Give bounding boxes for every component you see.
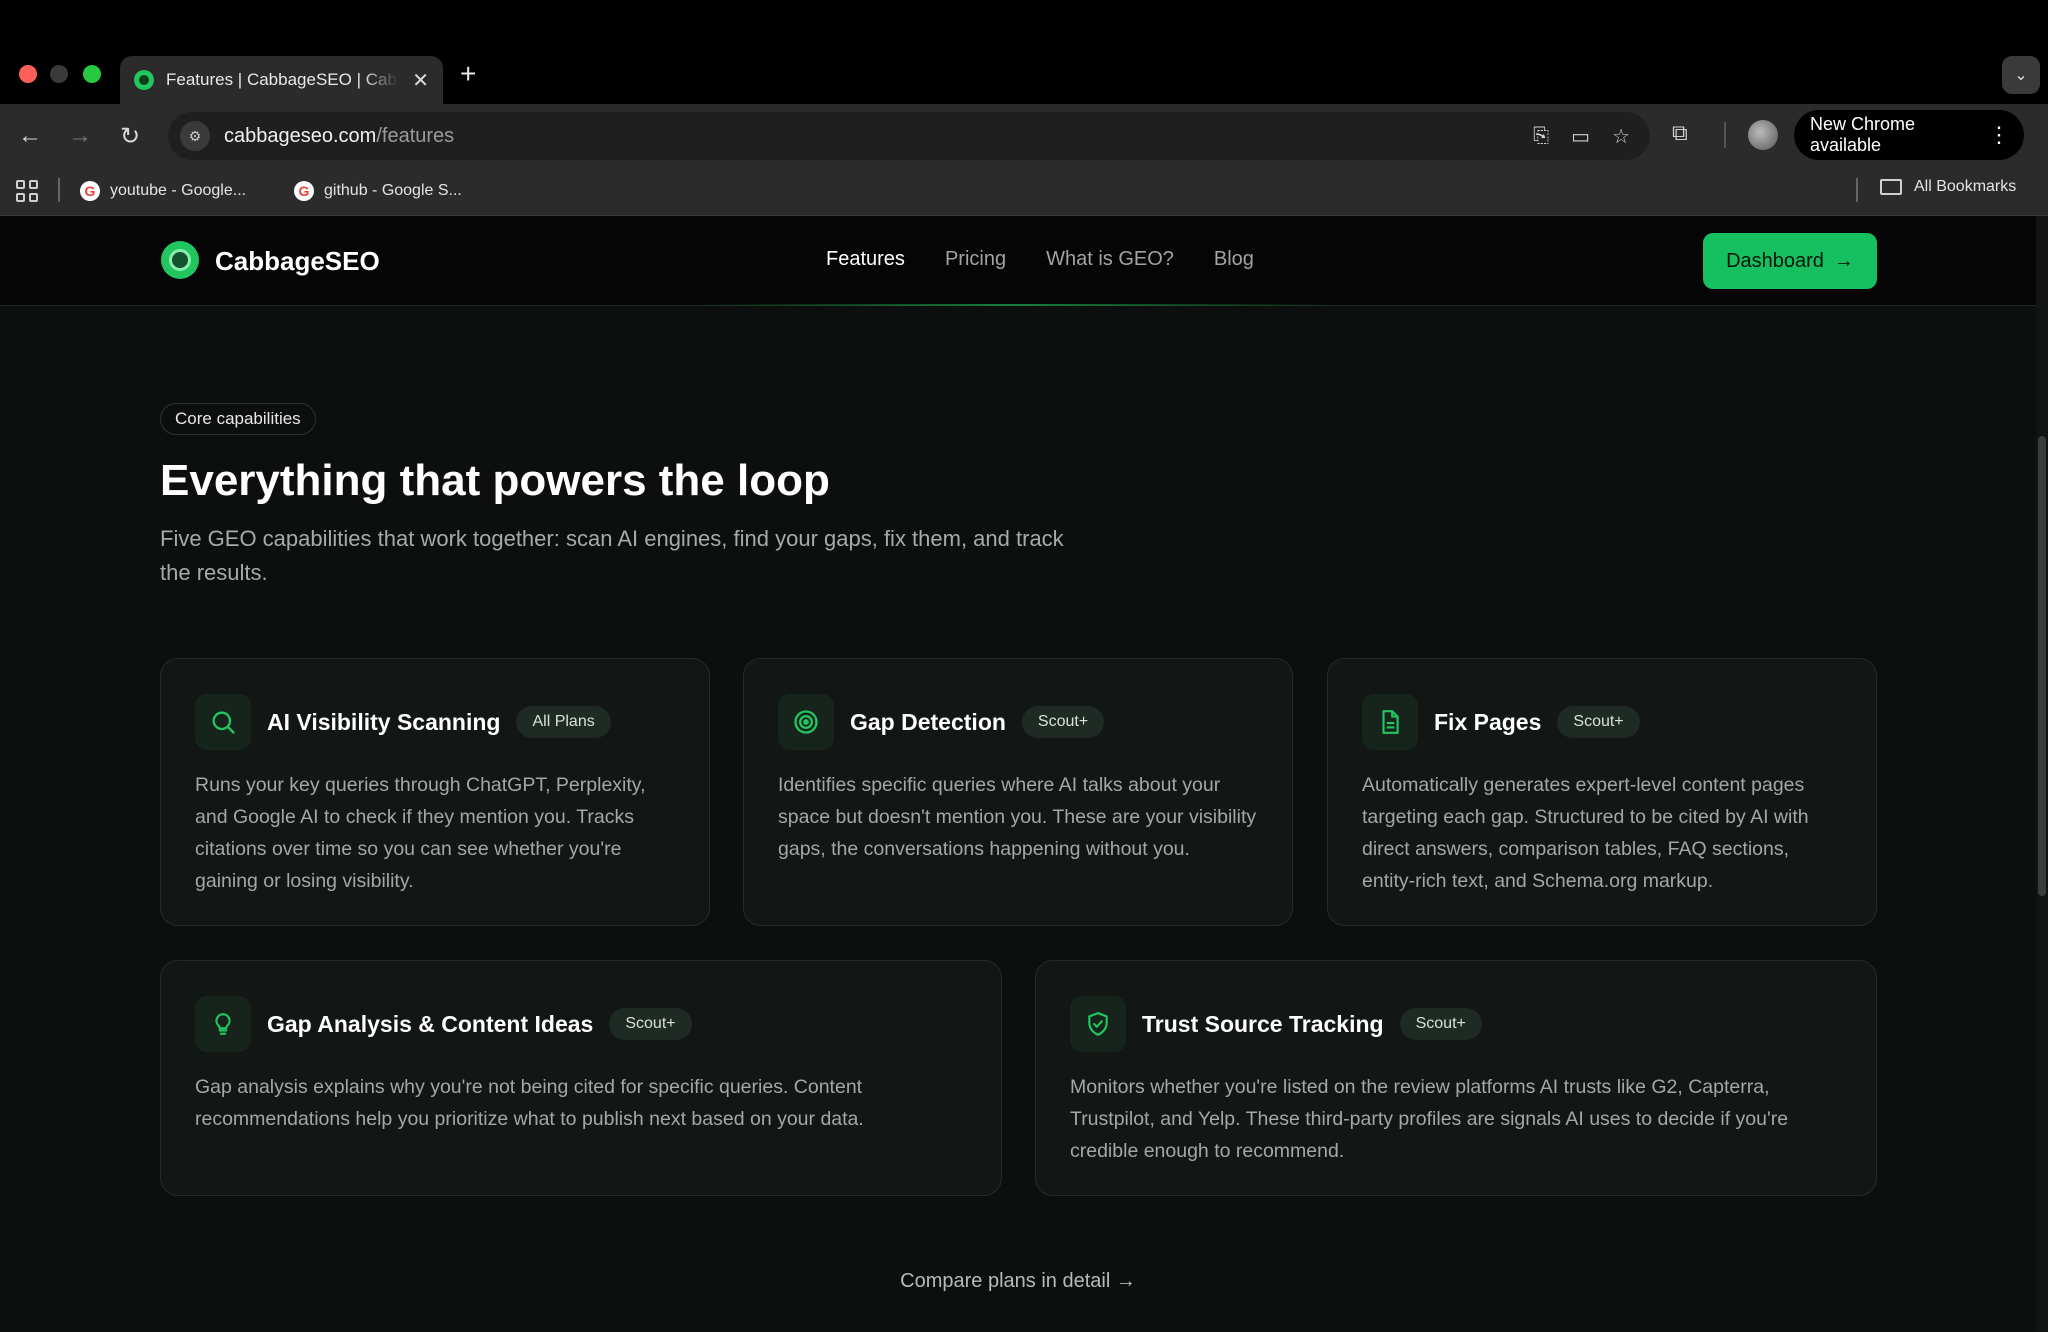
site-info-icon[interactable]: ⚙ bbox=[180, 121, 210, 151]
google-icon: G bbox=[80, 181, 100, 201]
cabbage-logo-icon[interactable] bbox=[161, 241, 199, 279]
card-description: Identifies specific queries where AI tal… bbox=[778, 774, 1257, 860]
menu-dots-icon[interactable]: ⋮ bbox=[1988, 122, 2010, 148]
folder-icon bbox=[1880, 179, 1902, 195]
google-icon: G bbox=[294, 181, 314, 201]
new-chrome-available-button[interactable]: New Chrome available ⋮ bbox=[1794, 110, 2024, 160]
card-description: Gap analysis explains why you're not bei… bbox=[195, 1076, 864, 1130]
shield-check-icon bbox=[1070, 996, 1126, 1052]
feature-card-fix-pages: Fix Pages Scout+ Automatically generates… bbox=[1327, 658, 1877, 926]
bookmark-label: youtube - Google... bbox=[110, 182, 247, 199]
nav-what-is-geo[interactable]: What is GEO? bbox=[1046, 248, 1174, 271]
browser-tab-active[interactable]: Features | CabbageSEO | CabbageSEO ✕ bbox=[120, 56, 443, 104]
site-header: CabbageSEO Features Pricing What is GEO?… bbox=[0, 216, 2036, 306]
forward-arrow-icon[interactable]: → bbox=[62, 118, 98, 154]
card-description: Monitors whether you're listed on the re… bbox=[1070, 1076, 1789, 1162]
feature-card-gap-analysis: Gap Analysis & Content Ideas Scout+ Gap … bbox=[160, 960, 1002, 1196]
arrow-right-icon: → bbox=[1833, 249, 1854, 272]
bookmarks-divider bbox=[58, 178, 60, 202]
bookmark-github[interactable]: G github - Google S... bbox=[294, 178, 462, 204]
card-icon[interactable]: ▭ bbox=[1571, 124, 1590, 149]
toolbar-divider bbox=[1724, 122, 1726, 148]
page-scrollbar[interactable] bbox=[2036, 216, 2048, 1332]
bookmark-youtube[interactable]: G youtube - Google... bbox=[80, 178, 246, 204]
scrollbar-thumb[interactable] bbox=[2038, 436, 2046, 896]
card-title: Fix Pages bbox=[1434, 708, 1542, 735]
extensions-puzzle-icon[interactable]: ⧉ bbox=[1672, 120, 1688, 146]
plan-badge: Scout+ bbox=[1021, 706, 1105, 738]
card-description: Runs your key queries through ChatGPT, P… bbox=[195, 774, 646, 892]
tab-close-icon[interactable]: ✕ bbox=[412, 68, 429, 93]
card-title: Gap Analysis & Content Ideas bbox=[267, 1010, 594, 1037]
card-title: Trust Source Tracking bbox=[1142, 1010, 1384, 1037]
dashboard-label: Dashboard bbox=[1726, 249, 1824, 272]
feature-card-trust-source: Trust Source Tracking Scout+ Monitors wh… bbox=[1035, 960, 1877, 1196]
bookmark-star-icon[interactable]: ☆ bbox=[1612, 124, 1630, 149]
tab-title: Features | CabbageSEO | CabbageSEO bbox=[166, 70, 398, 89]
window-zoom-button[interactable] bbox=[83, 65, 101, 83]
feature-card-gap-detection: Gap Detection Scout+ Identifies specific… bbox=[743, 658, 1293, 926]
back-arrow-icon[interactable]: ← bbox=[12, 118, 48, 154]
page-subtitle: Five GEO capabilities that work together… bbox=[160, 526, 1064, 585]
page-title: Everything that powers the loop bbox=[160, 456, 830, 505]
cabbage-favicon-icon bbox=[134, 70, 154, 90]
apps-grid-icon[interactable] bbox=[16, 180, 38, 202]
plan-badge: All Plans bbox=[516, 706, 611, 738]
bookmarks-divider bbox=[1856, 178, 1858, 202]
update-label: New Chrome available bbox=[1810, 114, 1916, 155]
compare-plans-link[interactable]: Compare plans in detail → bbox=[0, 1270, 2036, 1293]
nav-pricing[interactable]: Pricing bbox=[945, 248, 1006, 271]
install-app-icon[interactable]: ⎘ bbox=[1533, 125, 1549, 148]
all-bookmarks-label: All Bookmarks bbox=[1914, 178, 2017, 195]
section-eyebrow: Core capabilities bbox=[160, 403, 316, 435]
page-content: CabbageSEO Features Pricing What is GEO?… bbox=[0, 216, 2048, 1332]
card-description: Automatically generates expert-level con… bbox=[1362, 774, 1809, 892]
main-nav: Features Pricing What is GEO? Blog bbox=[826, 248, 1254, 271]
plan-badge: Scout+ bbox=[609, 1008, 692, 1040]
brand-name[interactable]: CabbageSEO bbox=[215, 246, 380, 277]
reload-icon[interactable]: ↻ bbox=[112, 118, 148, 154]
card-title: Gap Detection bbox=[850, 708, 1006, 735]
plan-badge: Scout+ bbox=[1557, 706, 1640, 738]
new-tab-button[interactable]: + bbox=[460, 56, 476, 92]
address-bar[interactable]: ⚙ cabbageseo.com/features ⎘ ▭ ☆ bbox=[168, 112, 1650, 160]
all-bookmarks-button[interactable]: All Bookmarks bbox=[1880, 178, 2016, 196]
url-host: cabbageseo.com bbox=[224, 124, 377, 147]
lightbulb-icon bbox=[195, 996, 251, 1052]
target-icon bbox=[778, 694, 834, 750]
feature-card-ai-visibility: AI Visibility Scanning All Plans Runs yo… bbox=[160, 658, 710, 926]
header-accent-line bbox=[690, 304, 1340, 306]
window-minimize-button[interactable] bbox=[50, 65, 68, 83]
nav-features[interactable]: Features bbox=[826, 248, 905, 271]
dashboard-button[interactable]: Dashboard → bbox=[1703, 233, 1877, 289]
bookmark-label: github - Google S... bbox=[324, 182, 462, 199]
search-icon bbox=[195, 694, 251, 750]
plan-badge: Scout+ bbox=[1399, 1008, 1482, 1040]
nav-blog[interactable]: Blog bbox=[1214, 248, 1254, 271]
card-title: AI Visibility Scanning bbox=[267, 708, 501, 735]
window-close-button[interactable] bbox=[19, 65, 37, 83]
url-path: /features bbox=[376, 124, 455, 147]
profile-avatar[interactable] bbox=[1748, 120, 1778, 150]
document-icon bbox=[1362, 694, 1418, 750]
tab-search-button[interactable]: ⌄ bbox=[2002, 56, 2040, 94]
